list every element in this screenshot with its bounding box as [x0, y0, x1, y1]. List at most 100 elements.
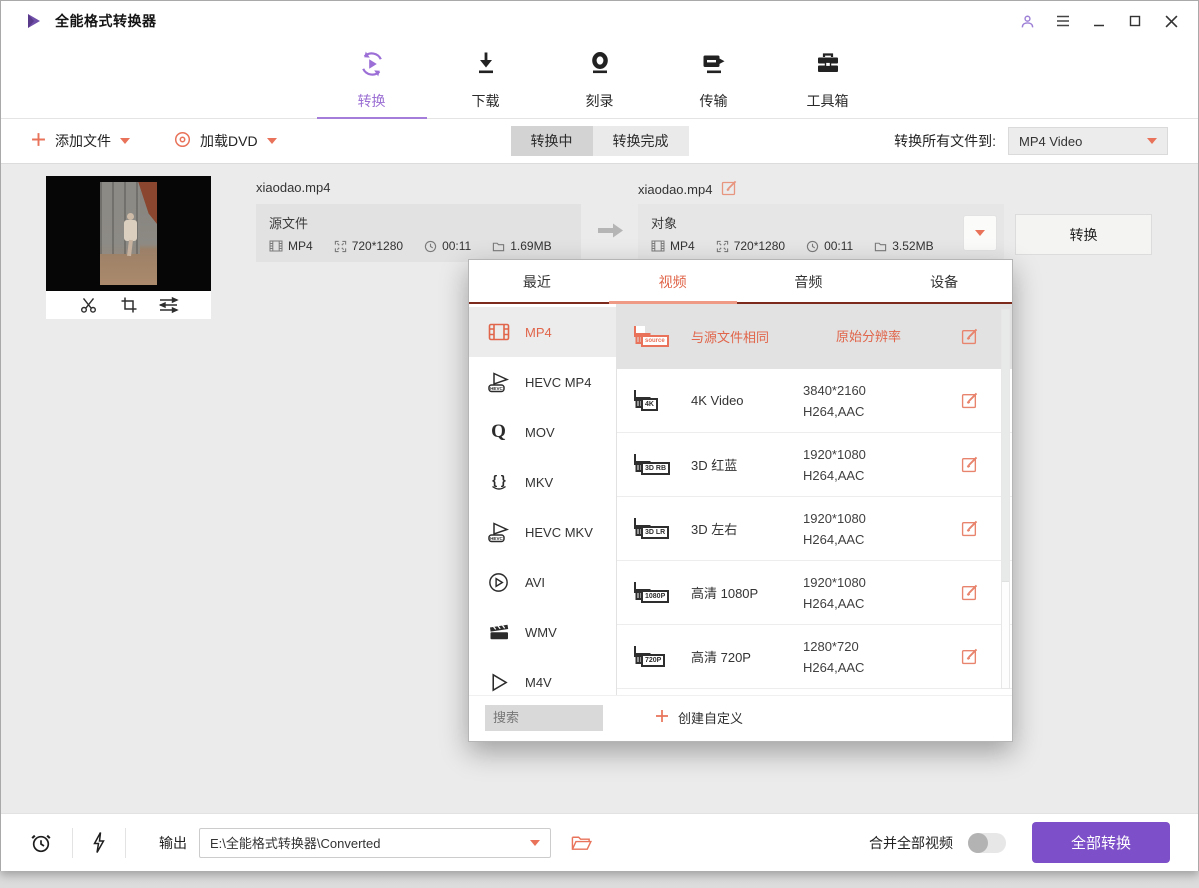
effects-sliders-icon[interactable] — [157, 295, 181, 315]
edit-preset-icon[interactable] — [961, 584, 978, 601]
nav-tab-burn[interactable]: 刻录 — [559, 41, 641, 118]
output-path-input[interactable] — [210, 835, 530, 850]
1080p-badge-icon: 1080P — [641, 582, 645, 603]
svg-text:HEVC: HEVC — [490, 386, 503, 391]
tab-recent[interactable]: 最近 — [469, 260, 605, 302]
account-icon[interactable] — [1014, 9, 1040, 33]
maximize-button[interactable] — [1122, 9, 1148, 33]
schedule-alarm-icon[interactable] — [29, 831, 53, 855]
edit-preset-icon[interactable] — [961, 392, 978, 409]
scrollbar-thumb[interactable] — [1002, 310, 1009, 582]
target-resolution: 720*1280 — [716, 239, 785, 253]
nav-label-transfer: 传输 — [700, 91, 728, 111]
preset-scrollbar[interactable] — [1001, 309, 1010, 689]
minimize-button[interactable] — [1086, 9, 1112, 33]
high-speed-lightning-icon[interactable] — [92, 831, 106, 854]
folder-icon — [874, 240, 887, 253]
dvd-disc-icon — [174, 131, 191, 151]
tab-audio[interactable]: 音频 — [741, 260, 877, 302]
create-custom-button[interactable]: 创建自定义 — [655, 708, 743, 727]
preset-list: source 与源文件相同 原始分辨率 4K 4K Video 3840*216… — [617, 304, 1012, 695]
edit-preset-icon[interactable] — [961, 520, 978, 537]
target-size: 3.52MB — [874, 239, 933, 253]
convert-all-button[interactable]: 全部转换 — [1032, 822, 1170, 863]
video-thumbnail — [46, 176, 211, 319]
nav-tab-download[interactable]: 下载 — [445, 41, 527, 118]
tab-video[interactable]: 视频 — [605, 260, 741, 302]
nav-tab-transfer[interactable]: 传输 — [673, 41, 755, 118]
svg-text:{ }: { } — [492, 473, 506, 488]
720p-badge-icon: 720P — [641, 646, 645, 667]
convert-row-button[interactable]: 转换 — [1015, 214, 1152, 255]
edit-preset-icon[interactable] — [961, 648, 978, 665]
format-item-wmv[interactable]: WMV — [469, 607, 616, 657]
folder-icon — [492, 240, 505, 253]
trim-scissors-icon[interactable] — [76, 295, 100, 315]
close-button[interactable] — [1158, 9, 1184, 33]
tab-converting[interactable]: 转换中 — [511, 126, 593, 156]
film-icon — [269, 239, 283, 253]
format-panel-footer: 创建自定义 — [469, 695, 1012, 739]
preset-same-as-source[interactable]: source 与源文件相同 原始分辨率 — [617, 304, 1012, 369]
format-item-m4v[interactable]: M4V — [469, 657, 616, 695]
format-search-input[interactable] — [485, 705, 603, 731]
menu-icon[interactable] — [1050, 9, 1076, 33]
source-duration: 00:11 — [424, 239, 471, 253]
arrow-right-icon — [598, 222, 624, 244]
rename-edit-icon[interactable] — [721, 180, 737, 199]
format-item-hevc-mp4[interactable]: HEVC HEVC MP4 — [469, 357, 616, 407]
preset-4k-video[interactable]: 4K 4K Video 3840*2160H264,AAC — [617, 369, 1012, 433]
tab-finished[interactable]: 转换完成 — [593, 126, 689, 156]
transfer-icon — [699, 49, 729, 84]
bottom-bar: 输出 合并全部视频 全部转换 — [1, 813, 1198, 871]
4k-badge-icon: 4K — [641, 390, 645, 411]
output-path-select[interactable] — [199, 828, 551, 858]
svg-text:HEVC: HEVC — [490, 536, 503, 541]
edit-preset-icon[interactable] — [961, 456, 978, 473]
load-dvd-button[interactable]: 加载DVD — [174, 131, 277, 151]
format-item-mp4[interactable]: MP4 — [469, 307, 616, 357]
format-item-hevc-mkv[interactable]: HEVC HEVC MKV — [469, 507, 616, 557]
preset-hd-720p[interactable]: 720P 高清 720P 1280*720H264,AAC — [617, 625, 1012, 689]
target-info-box: 对象 MP4 720*1280 00:11 3.52MB — [638, 204, 1004, 262]
nav-tab-convert[interactable]: 转换 — [331, 41, 413, 118]
main-nav: 转换 下载 刻录 传输 工具箱 — [1, 41, 1198, 119]
convert-all-format-value: MP4 Video — [1019, 134, 1082, 149]
nav-label-burn: 刻录 — [586, 91, 614, 111]
source-box-title: 源文件 — [269, 213, 308, 232]
open-output-folder-icon[interactable] — [571, 834, 592, 852]
chevron-down-icon — [120, 138, 130, 144]
resolution-icon — [716, 240, 729, 253]
toolbar: 添加文件 加载DVD 转换中 转换完成 转换所有文件到: MP4 Video — [1, 119, 1198, 164]
queue-tabs: 转换中 转换完成 — [511, 126, 689, 156]
app-logo-play-icon — [25, 12, 43, 30]
clip-toolbar — [46, 291, 211, 319]
source-size: 1.69MB — [492, 239, 551, 253]
download-icon — [471, 49, 501, 84]
format-item-avi[interactable]: AVI — [469, 557, 616, 607]
nav-label-download: 下载 — [472, 91, 500, 111]
source-format: MP4 — [269, 239, 313, 253]
hevc-play-icon: HEVC — [485, 370, 512, 394]
nav-tab-toolbox[interactable]: 工具箱 — [787, 41, 869, 118]
add-files-button[interactable]: 添加文件 — [31, 131, 130, 151]
edit-preset-icon[interactable] — [961, 328, 978, 345]
convert-icon — [357, 49, 387, 84]
preset-hd-1080p[interactable]: 1080P 高清 1080P 1920*1080H264,AAC — [617, 561, 1012, 625]
target-box-title: 对象 — [651, 213, 677, 232]
preset-3d-side-by-side[interactable]: 3D LR 3D 左右 1920*1080H264,AAC — [617, 497, 1012, 561]
app-title: 全能格式转换器 — [55, 11, 157, 31]
tab-device[interactable]: 设备 — [876, 260, 1012, 302]
clock-icon — [424, 240, 437, 253]
3d-lr-badge-icon: 3D LR — [641, 518, 645, 539]
clock-icon — [806, 240, 819, 253]
merge-toggle[interactable] — [968, 833, 1006, 853]
matroska-braces-icon: { } — [485, 470, 512, 494]
target-format-dropdown-button[interactable] — [963, 215, 997, 251]
format-item-mov[interactable]: Q MOV — [469, 407, 616, 457]
format-item-mkv[interactable]: { } MKV — [469, 457, 616, 507]
crop-icon[interactable] — [117, 295, 141, 315]
preset-3d-anaglyph[interactable]: 3D RB 3D 红蓝 1920*1080H264,AAC — [617, 433, 1012, 497]
thumbnail-image — [46, 176, 211, 291]
convert-all-format-select[interactable]: MP4 Video — [1008, 127, 1168, 155]
